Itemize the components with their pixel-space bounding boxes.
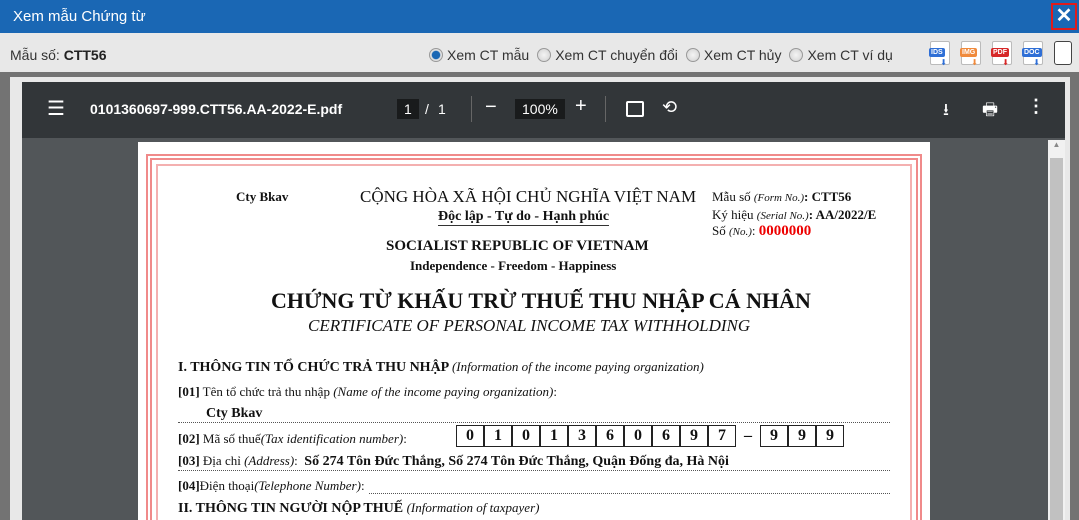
title-bar: Xem mẫu Chứng từ ✕ xyxy=(0,0,1079,33)
page-total: 1 xyxy=(438,101,446,117)
form-number-label: Mẫu số: xyxy=(10,47,64,63)
nation-vi: CỘNG HÒA XÃ HỘI CHỦ NGHĨA VIỆT NAM xyxy=(360,187,697,206)
export-icons: IDS ⬇ IMG ⬇ PDF ⬇ DOC ⬇ xyxy=(929,41,1072,67)
pdf-filename: 0101360697-999.CTT56.AA-2022-E.pdf xyxy=(90,101,343,117)
tax-digit: 0 xyxy=(512,425,540,447)
field-01: [01] Tên tổ chức trả thu nhập (Name of t… xyxy=(178,384,557,399)
tax-digit: 9 xyxy=(788,425,816,447)
form-no: Mẫu số (Form No.): CTT56 xyxy=(712,189,852,204)
window-title: Xem mẫu Chứng từ xyxy=(13,8,146,25)
zoom-out-icon[interactable]: − xyxy=(485,96,497,119)
radio-icon[interactable] xyxy=(685,48,700,62)
motto-vi: Độc lập - Tự do - Hạnh phúc xyxy=(438,209,610,226)
page-separator: / xyxy=(425,101,429,117)
menu-icon[interactable]: ☰ xyxy=(47,96,65,121)
form-number-value: CTT56 xyxy=(63,47,107,63)
tax-digit: 3 xyxy=(568,425,596,447)
doc-title-en: CERTIFICATE OF PERSONAL INCOME TAX WITHH… xyxy=(308,316,751,335)
radio-view-3[interactable]: Xem CT ví dụ xyxy=(789,47,893,63)
radio-label: Xem CT mẫu xyxy=(447,47,530,63)
doc-title-vi: CHỨNG TỪ KHẤU TRỪ THUẾ THU NHẬP CÁ NHÂN xyxy=(271,288,811,313)
page-input[interactable]: 1 xyxy=(397,99,419,119)
tax-digit: 1 xyxy=(540,425,568,447)
motto-en: Independence - Freedom - Happiness xyxy=(410,258,617,273)
tax-digit: 7 xyxy=(708,425,736,447)
export-img-icon[interactable]: IMG ⬇ xyxy=(960,41,981,67)
radio-label: Xem CT ví dụ xyxy=(807,47,893,63)
tax-digit: 0 xyxy=(624,425,652,447)
view-mode-radios: Xem CT mẫu Xem CT chuyển đổi Xem CT hủy Xem… xyxy=(429,47,893,63)
copy-icon[interactable] xyxy=(1054,41,1072,65)
radio-view-2[interactable]: Xem CT hủy xyxy=(685,47,782,63)
nation-en: SOCIALIST REPUBLIC OF VIETNAM xyxy=(386,238,649,254)
export-pdf-icon[interactable]: PDF ⬇ xyxy=(991,41,1012,67)
field-01-value: Cty Bkav xyxy=(178,406,890,423)
field-02: [02] Mã số thuế(Tax identification numbe… xyxy=(178,431,407,446)
tax-digit: 9 xyxy=(680,425,708,447)
radio-view-1[interactable]: Xem CT chuyển đổi xyxy=(537,47,678,63)
radio-icon[interactable] xyxy=(537,48,552,62)
close-button[interactable]: ✕ xyxy=(1051,3,1077,30)
download-icon[interactable]: ⭳ xyxy=(943,97,949,126)
scrollbar[interactable]: ▲ xyxy=(1048,140,1065,520)
scrollbar-thumb[interactable] xyxy=(1050,158,1063,520)
field-04: [04] Điện thoại (Telephone Number): xyxy=(178,478,890,494)
radio-label: Xem CT hủy xyxy=(703,47,782,63)
divider xyxy=(605,96,606,122)
serial-no: Ký hiệu (Serial No.): AA/2022/E xyxy=(712,207,877,222)
export-ids-icon[interactable]: IDS ⬇ xyxy=(929,41,950,67)
form-number: Mẫu số: CTT56 xyxy=(10,47,107,63)
fit-page-icon[interactable] xyxy=(626,101,644,117)
zoom-input[interactable]: 100% xyxy=(515,99,565,119)
tax-digit: 0 xyxy=(456,425,484,447)
tax-digit: 1 xyxy=(484,425,512,447)
export-doc-icon[interactable]: DOC ⬇ xyxy=(1022,41,1043,67)
tax-digit: 9 xyxy=(760,425,788,447)
tax-id-boxes: 0 1 0 1 3 6 0 6 9 7–9 9 9 xyxy=(456,425,844,447)
company-name: Cty Bkav xyxy=(236,189,289,204)
toolbar: Mẫu số: CTT56 Xem CT mẫu Xem CT chuyển đổ… xyxy=(0,33,1079,72)
radio-label: Xem CT chuyển đổi xyxy=(555,47,678,63)
tax-digit: 9 xyxy=(816,425,844,447)
section-2: II. THÔNG TIN NGƯỜI NỘP THUẾ (Informatio… xyxy=(178,500,540,516)
section-1: I. THÔNG TIN TỔ CHỨC TRẢ THU NHẬP (Infor… xyxy=(178,359,704,375)
radio-view-0[interactable]: Xem CT mẫu xyxy=(429,47,529,63)
pdf-page: Cty Bkav CỘNG HÒA XÃ HỘI CHỦ NGHĨA VIỆT … xyxy=(138,142,930,520)
print-icon[interactable]: 🖶 xyxy=(982,97,998,126)
tax-digit: 6 xyxy=(652,425,680,447)
zoom-in-icon[interactable]: + xyxy=(575,95,587,118)
tax-digit: 6 xyxy=(596,425,624,447)
more-icon[interactable]: ⋮ xyxy=(1027,96,1045,117)
radio-icon[interactable] xyxy=(789,48,804,62)
rotate-icon[interactable]: ⟲ xyxy=(662,97,677,118)
doc-no: Số (No.): 0000000 xyxy=(712,223,812,239)
radio-icon[interactable] xyxy=(429,48,443,62)
pdf-toolbar: ☰ 0101360697-999.CTT56.AA-2022-E.pdf 1 /… xyxy=(22,82,1065,138)
divider xyxy=(471,96,472,122)
scroll-up-icon[interactable]: ▲ xyxy=(1048,140,1065,149)
field-03: [03] Địa chỉ (Address): Số 274 Tôn Đức T… xyxy=(178,453,890,471)
